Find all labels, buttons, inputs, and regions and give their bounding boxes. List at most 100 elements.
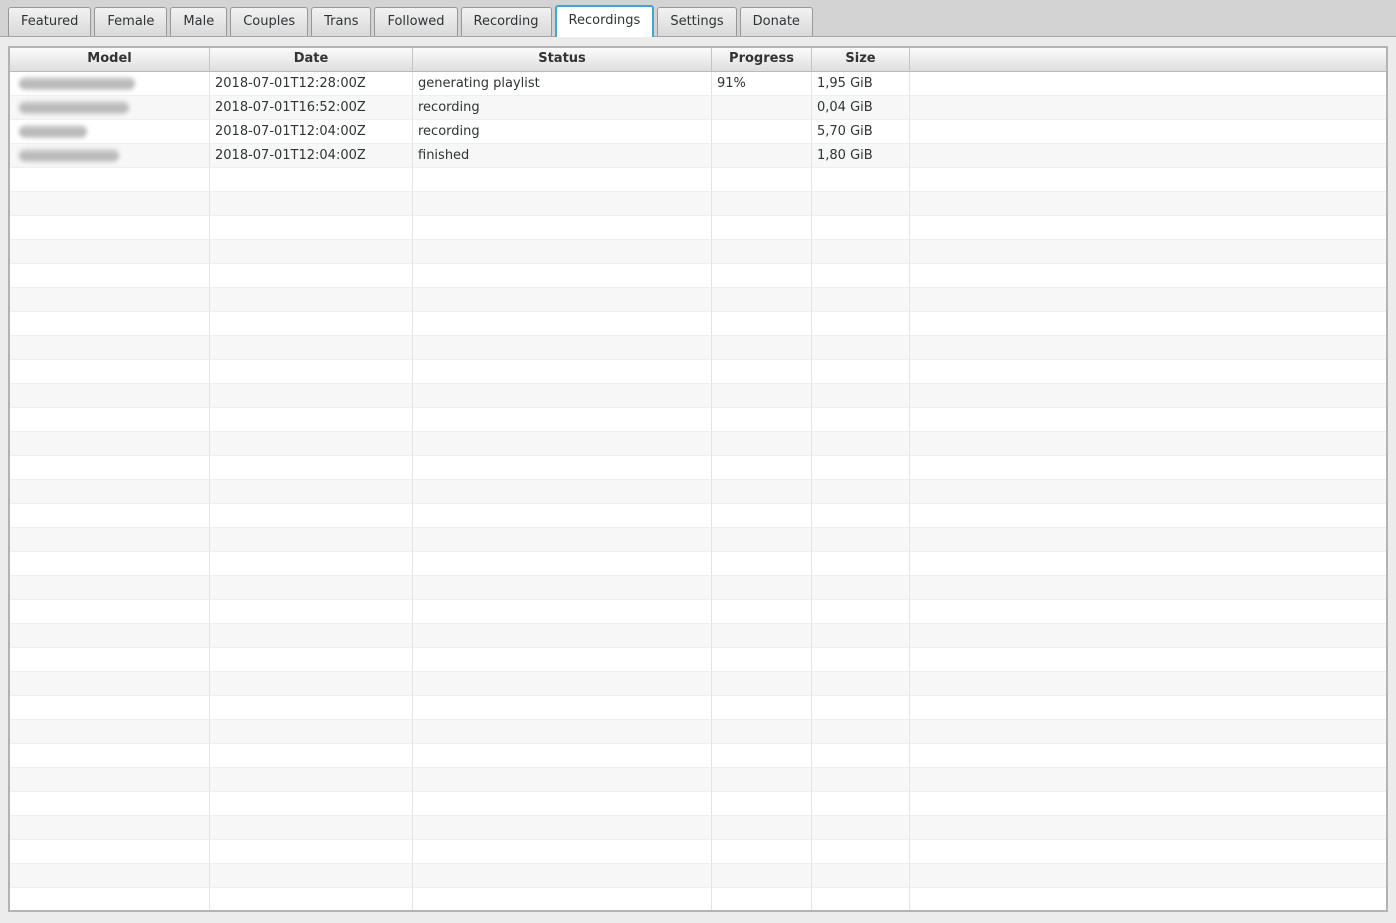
tab-featured[interactable]: Featured (8, 7, 91, 36)
cell-model (10, 672, 210, 696)
cell-status: generating playlist (413, 72, 712, 96)
recordings-table: ModelDateStatusProgressSize 2018-07-01T1… (8, 46, 1388, 912)
table-row-empty (10, 576, 1386, 600)
cell-filler (910, 384, 1386, 408)
cell-size (812, 672, 910, 696)
cell-filler (910, 648, 1386, 672)
column-header-model[interactable]: Model (10, 48, 210, 72)
cell-progress (712, 216, 812, 240)
tab-recording[interactable]: Recording (461, 7, 552, 36)
cell-date (210, 576, 413, 600)
cell-date (210, 816, 413, 840)
cell-date: 2018-07-01T12:04:00Z (210, 144, 413, 168)
redacted-model-name (19, 101, 129, 114)
column-header-status[interactable]: Status (413, 48, 712, 72)
column-header-size[interactable]: Size (812, 48, 910, 72)
cell-progress (712, 528, 812, 552)
tab-followed[interactable]: Followed (374, 7, 457, 36)
cell-filler (910, 480, 1386, 504)
cell-size (812, 312, 910, 336)
cell-date (210, 552, 413, 576)
cell-size (812, 192, 910, 216)
cell-progress (712, 720, 812, 744)
cell-status (413, 600, 712, 624)
cell-model (10, 696, 210, 720)
cell-size (812, 552, 910, 576)
table-row[interactable]: 2018-07-01T12:28:00Zgenerating playlist9… (10, 72, 1386, 96)
table-row-empty (10, 624, 1386, 648)
cell-status (413, 288, 712, 312)
table-row-empty (10, 768, 1386, 792)
cell-status (413, 696, 712, 720)
cell-date (210, 504, 413, 528)
cell-date (210, 360, 413, 384)
table-row-empty (10, 384, 1386, 408)
cell-filler (910, 576, 1386, 600)
cell-progress: 91% (712, 72, 812, 96)
cell-progress (712, 840, 812, 864)
cell-status (413, 240, 712, 264)
cell-size (812, 240, 910, 264)
cell-filler (910, 720, 1386, 744)
column-header-date[interactable]: Date (210, 48, 413, 72)
tab-couples[interactable]: Couples (230, 7, 308, 36)
cell-size (812, 792, 910, 816)
cell-progress (712, 312, 812, 336)
cell-status (413, 312, 712, 336)
cell-filler (910, 432, 1386, 456)
table-row-empty (10, 456, 1386, 480)
cell-progress (712, 888, 812, 912)
cell-progress (712, 144, 812, 168)
table-row[interactable]: 2018-07-01T12:04:00Zfinished 1,80 GiB (10, 144, 1386, 168)
cell-filler (910, 144, 1386, 168)
tab-female[interactable]: Female (94, 7, 167, 36)
cell-model (10, 72, 210, 96)
cell-model (10, 816, 210, 840)
table-row[interactable]: 2018-07-01T12:04:00Zrecording5,70 GiB (10, 120, 1386, 144)
cell-date (210, 840, 413, 864)
table-row[interactable]: 2018-07-01T16:52:00Zrecording0,04 GiB (10, 96, 1386, 120)
cell-size (812, 600, 910, 624)
cell-model (10, 456, 210, 480)
cell-filler (910, 696, 1386, 720)
cell-size (812, 624, 910, 648)
cell-size (812, 336, 910, 360)
table-row-empty (10, 864, 1386, 888)
cell-model (10, 888, 210, 912)
cell-date (210, 408, 413, 432)
cell-size: 1,80 GiB (812, 144, 910, 168)
cell-status (413, 504, 712, 528)
tab-recordings[interactable]: Recordings (555, 5, 655, 37)
table-row-empty (10, 552, 1386, 576)
cell-filler (910, 336, 1386, 360)
cell-status: finished (413, 144, 712, 168)
cell-status: recording (413, 96, 712, 120)
column-header-filler[interactable] (910, 48, 1386, 72)
cell-filler (910, 840, 1386, 864)
cell-filler (910, 192, 1386, 216)
cell-date (210, 672, 413, 696)
tab-donate[interactable]: Donate (740, 7, 813, 36)
cell-size (812, 816, 910, 840)
cell-progress (712, 456, 812, 480)
cell-model (10, 504, 210, 528)
table-row-empty (10, 528, 1386, 552)
cell-filler (910, 528, 1386, 552)
cell-size (812, 408, 910, 432)
cell-model (10, 480, 210, 504)
cell-progress (712, 816, 812, 840)
cell-status (413, 672, 712, 696)
cell-filler (910, 168, 1386, 192)
table-row-empty (10, 240, 1386, 264)
cell-status (413, 336, 712, 360)
cell-model (10, 552, 210, 576)
table-row-empty (10, 888, 1386, 912)
tab-trans[interactable]: Trans (311, 7, 371, 36)
cell-model (10, 264, 210, 288)
tab-settings[interactable]: Settings (657, 7, 736, 36)
cell-date (210, 720, 413, 744)
column-header-progress[interactable]: Progress (712, 48, 812, 72)
tab-male[interactable]: Male (170, 7, 227, 36)
cell-size (812, 576, 910, 600)
cell-date (210, 240, 413, 264)
